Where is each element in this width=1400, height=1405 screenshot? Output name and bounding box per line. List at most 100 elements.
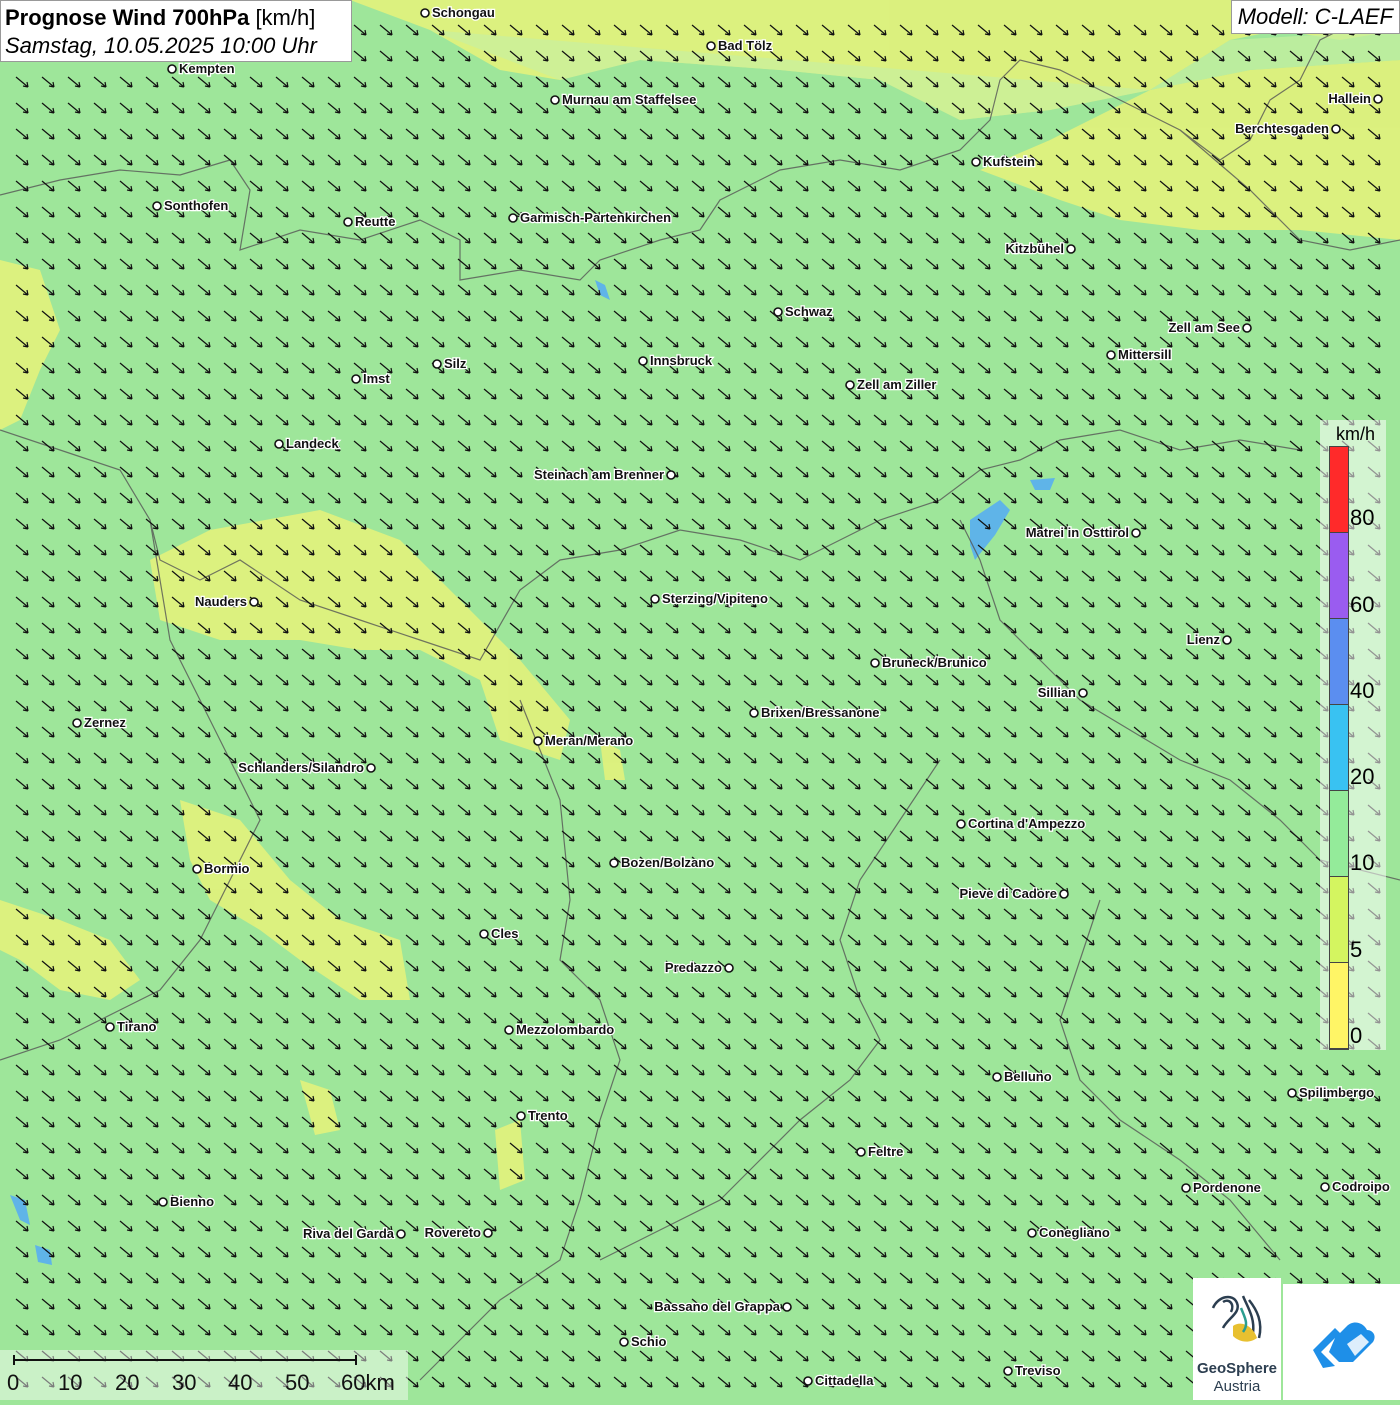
city-dot-icon (432, 359, 442, 369)
city-marker[interactable]: Brixen/Bressanone (749, 704, 881, 721)
city-dot-icon (856, 1147, 866, 1157)
city-dot-icon (343, 217, 353, 227)
city-label: Schwaz (785, 304, 833, 319)
city-label: Mittersill (1118, 347, 1171, 362)
city-marker[interactable]: Meran/Merano (533, 732, 634, 749)
city-label: Matrei in Osttirol (1026, 525, 1129, 540)
city-marker[interactable]: Steinach am Brenner (533, 466, 676, 483)
city-marker[interactable]: Codroipo (1320, 1178, 1391, 1195)
legend-tick-80: 80 (1350, 505, 1375, 530)
city-marker[interactable]: Berchtesgaden (1234, 120, 1341, 137)
scale-label-50: 50 (285, 1370, 310, 1395)
city-label: Predazzo (665, 960, 722, 975)
city-marker[interactable]: Cittadella (803, 1372, 876, 1389)
city-label: Feltre (868, 1144, 903, 1159)
city-marker[interactable]: Schongau (420, 4, 496, 21)
city-dot-icon (1373, 94, 1383, 104)
city-marker[interactable]: Mezzolombardo (504, 1021, 616, 1038)
city-dot-icon (274, 439, 284, 449)
city-marker[interactable]: Bozen/Bolzano (609, 854, 715, 871)
city-marker[interactable]: Zell am See (1167, 319, 1252, 336)
city-dot-icon (158, 1197, 168, 1207)
city-dot-icon (366, 763, 376, 773)
city-marker[interactable]: Zell am Ziller (845, 376, 938, 393)
city-dot-icon (773, 307, 783, 317)
city-dot-icon (105, 1022, 115, 1032)
city-marker[interactable]: Conegliano (1027, 1224, 1111, 1241)
scale-label-0: 0 (7, 1370, 20, 1395)
city-label: Sonthofen (164, 198, 228, 213)
legend-segment (1330, 877, 1348, 963)
city-dot-icon (1078, 688, 1088, 698)
city-marker[interactable]: Pieve di Cadore (958, 885, 1069, 902)
city-label: Landeck (286, 436, 340, 451)
city-marker[interactable]: Spilimbergo (1287, 1084, 1375, 1101)
city-marker[interactable]: Schlanders/Silandro (237, 759, 376, 776)
city-dot-icon (1287, 1088, 1297, 1098)
geosphere-logo-line2: Austria (1213, 1378, 1261, 1395)
city-dot-icon (992, 1072, 1002, 1082)
city-dot-icon (516, 1111, 526, 1121)
city-label: Reutte (355, 214, 395, 229)
city-marker[interactable]: Sterzing/Vipiteno (650, 590, 769, 607)
city-dot-icon (249, 597, 259, 607)
city-dot-icon (504, 1025, 514, 1035)
city-marker[interactable]: Murnau am Staffelsee (550, 91, 698, 108)
city-label: Berchtesgaden (1235, 121, 1329, 136)
city-label: Bassano del Grappa (654, 1299, 780, 1314)
city-label: Treviso (1015, 1363, 1061, 1378)
city-label: Kitzbühel (1006, 241, 1065, 256)
city-dot-icon (803, 1376, 813, 1386)
city-dot-icon (1027, 1228, 1037, 1238)
city-dot-icon (550, 95, 560, 105)
scale-label-20: 20 (115, 1370, 140, 1395)
city-marker[interactable]: Pordenone (1181, 1179, 1262, 1196)
city-dot-icon (1131, 528, 1141, 538)
scale-label-30: 30 (172, 1370, 197, 1395)
scale-label-40: 40 (228, 1370, 253, 1395)
legend-tick-60: 60 (1350, 592, 1375, 617)
city-label: Sterzing/Vipiteno (662, 591, 768, 606)
city-label: Bozen/Bolzano (621, 855, 714, 870)
city-marker[interactable]: Matrei in Osttirol (1024, 524, 1141, 541)
city-dot-icon (609, 858, 619, 868)
weather-app-logo[interactable] (1283, 1284, 1400, 1400)
city-label: Zell am Ziller (857, 377, 936, 392)
city-dot-icon (167, 64, 177, 74)
legend-segment (1330, 963, 1348, 1049)
city-label: Codroipo (1332, 1179, 1390, 1194)
city-dot-icon (1181, 1183, 1191, 1193)
wind-map[interactable]: Schongau Bad Tölz Kempten Murnau am Staffel… (0, 0, 1400, 1400)
scale-labels: 0 10 20 30 40 50 60km (0, 1370, 408, 1398)
legend-segment (1330, 447, 1348, 533)
city-label: Trento (528, 1108, 568, 1123)
city-marker[interactable]: Innsbruck (638, 352, 714, 369)
city-dot-icon (956, 819, 966, 829)
forecast-datetime: Samstag, 10.05.2025 10:00 Uhr (5, 33, 317, 58)
city-label: Schongau (432, 5, 495, 20)
city-marker[interactable]: Bassano del Grappa (653, 1298, 792, 1315)
city-label: Murnau am Staffelsee (562, 92, 696, 107)
city-label: Hallein (1328, 91, 1371, 106)
map-title-unit: [km/h] (255, 5, 316, 30)
city-marker[interactable]: Bruneck/Brunico (870, 654, 988, 671)
city-label: Silz (444, 356, 467, 371)
city-dot-icon (638, 356, 648, 366)
city-dot-icon (845, 380, 855, 390)
city-dot-icon (971, 157, 981, 167)
legend-unit: km/h (1336, 424, 1376, 444)
city-dot-icon (152, 201, 162, 211)
city-label: Nauders (195, 594, 247, 609)
city-dot-icon (1320, 1182, 1330, 1192)
city-marker[interactable]: Garmisch-Partenkirchen (508, 209, 672, 226)
city-dot-icon (870, 658, 880, 668)
city-marker[interactable]: Cortina d'Ampezzo (956, 815, 1087, 832)
legend-tick-5: 5 (1350, 937, 1363, 962)
city-marker[interactable]: Riva del Garda (302, 1225, 406, 1242)
city-marker[interactable]: Sonthofen (152, 197, 230, 214)
model-label: Modell: C-LAEF (1230, 0, 1400, 34)
legend-segment (1330, 533, 1348, 619)
city-label: Bormio (204, 861, 250, 876)
geosphere-logo[interactable]: GeoSphere Austria (1193, 1278, 1281, 1400)
city-label: Rovereto (425, 1225, 481, 1240)
